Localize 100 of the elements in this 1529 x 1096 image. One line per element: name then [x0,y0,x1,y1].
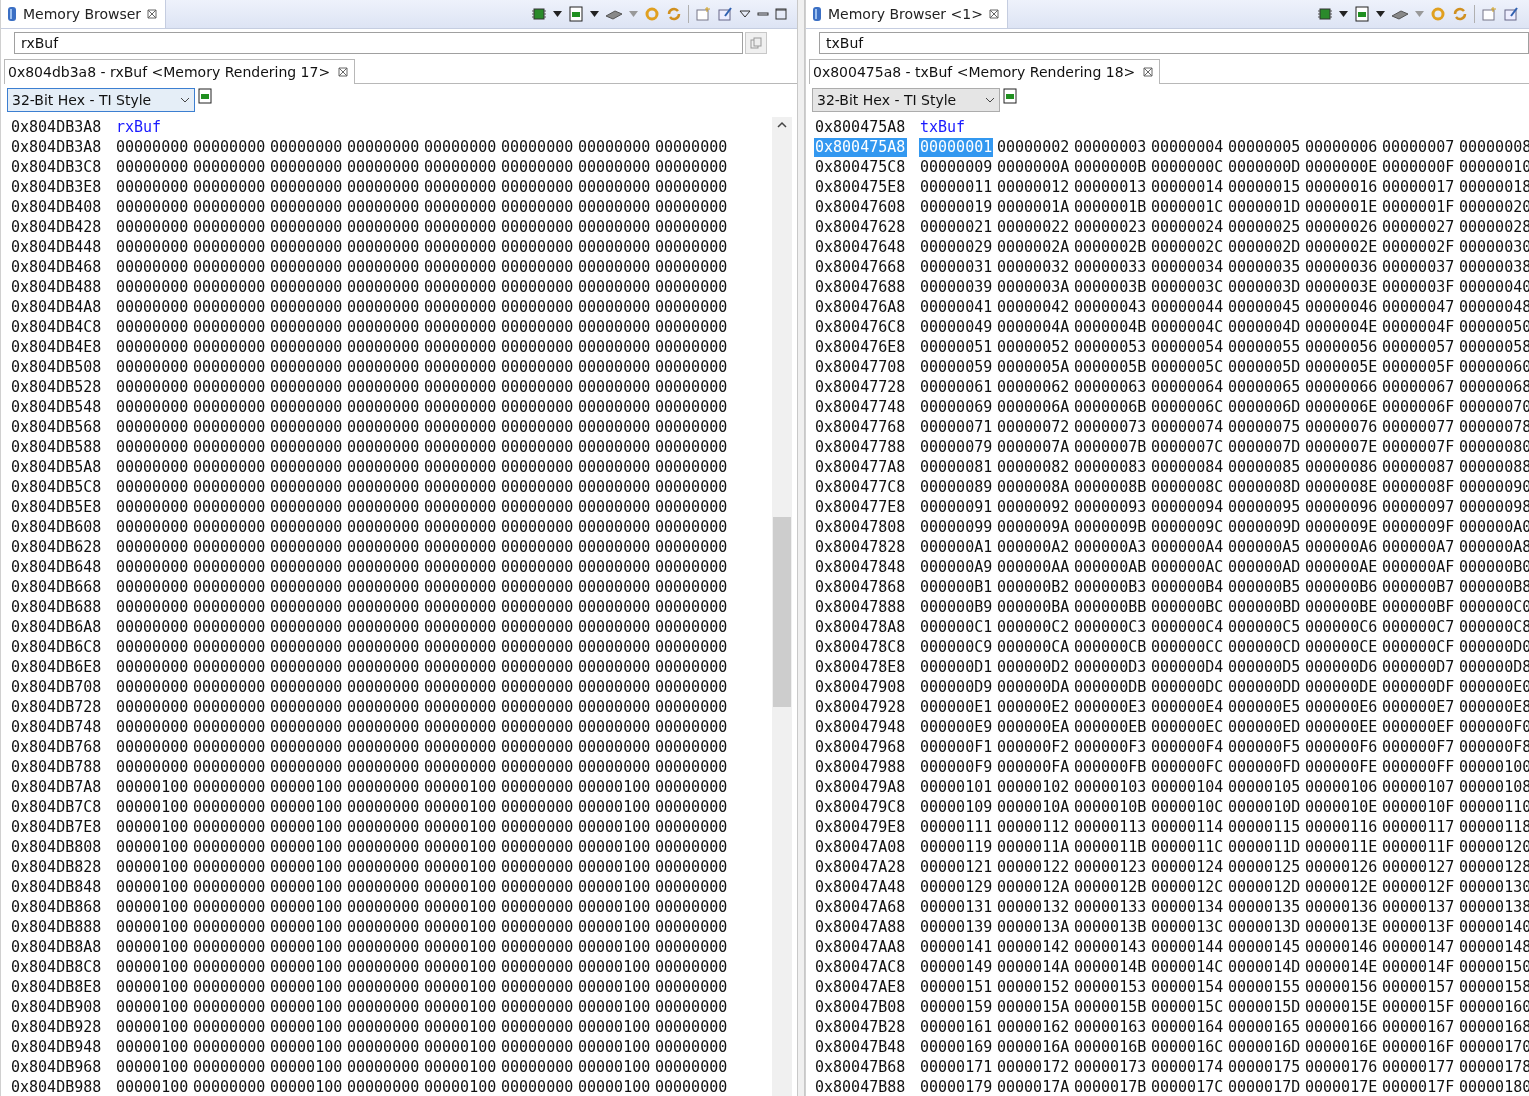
memory-value[interactable]: 00000000 [654,777,728,797]
memory-value[interactable]: 00000000 [423,157,497,177]
memory-value[interactable]: 00000000 [346,237,420,257]
memory-value[interactable]: 000000EF [1381,717,1455,737]
memory-value[interactable]: 00000032 [996,257,1070,277]
close-icon[interactable] [147,9,158,19]
memory-value[interactable]: 00000035 [1227,257,1301,277]
memory-value[interactable]: 00000051 [919,337,993,357]
memory-value[interactable]: 00000100 [115,1077,189,1096]
memory-value[interactable]: 0000013A [996,917,1070,937]
memory-value[interactable]: 00000000 [346,497,420,517]
memory-value[interactable]: 0000013F [1381,917,1455,937]
memory-value[interactable]: 00000100 [577,837,651,857]
memory-value[interactable]: 00000000 [192,1057,266,1077]
memory-value[interactable]: 00000176 [1304,1057,1378,1077]
memory-value[interactable]: 000000F5 [1227,737,1301,757]
memory-value[interactable]: 00000000 [192,177,266,197]
memory-value[interactable]: 00000000 [500,197,574,217]
maximize-icon[interactable] [775,8,787,20]
memory-value[interactable]: 00000000 [577,717,651,737]
memory-value[interactable]: 00000000 [500,717,574,737]
memory-value[interactable]: 00000000 [654,297,728,317]
memory-value[interactable]: 00000087 [1381,457,1455,477]
memory-value[interactable]: 00000063 [1073,377,1147,397]
memory-value[interactable]: 00000007 [1381,137,1455,157]
memory-value[interactable]: 00000100 [423,837,497,857]
memory-value[interactable]: 00000100 [423,957,497,977]
memory-value[interactable]: 00000000 [654,997,728,1017]
memory-value[interactable]: 00000000 [346,317,420,337]
memory-value[interactable]: 00000000 [654,1037,728,1057]
memory-value[interactable]: 00000000 [346,437,420,457]
memory-value[interactable]: 00000141 [919,937,993,957]
memory-value[interactable]: 000000D2 [996,657,1070,677]
memory-value[interactable]: 00000066 [1304,377,1378,397]
memory-card-icon[interactable] [1002,88,1018,104]
memory-value[interactable]: 00000000 [654,197,728,217]
memory-value[interactable]: 00000124 [1150,857,1224,877]
memory-value[interactable]: 00000016 [1304,177,1378,197]
memory-value[interactable]: 00000100 [577,1057,651,1077]
memory-value[interactable]: 000000CD [1227,637,1301,657]
memory-value[interactable]: 00000122 [996,857,1070,877]
memory-value[interactable]: 000000CC [1150,637,1224,657]
memory-value[interactable]: 00000000 [500,797,574,817]
memory-value[interactable]: 00000000 [346,937,420,957]
memory-value[interactable]: 00000169 [919,1037,993,1057]
memory-value[interactable]: 00000114 [1150,817,1224,837]
memory-value[interactable]: 00000000 [500,417,574,437]
chip-icon[interactable] [531,6,547,22]
memory-value[interactable]: 00000000 [500,557,574,577]
memory-value[interactable]: 000000DA [996,677,1070,697]
memory-value[interactable]: 00000000 [577,557,651,577]
memory-value[interactable]: 00000000 [346,257,420,277]
memory-value[interactable]: 00000000 [423,497,497,517]
memory-value[interactable]: 00000100 [423,857,497,877]
memory-value[interactable]: 000000B9 [919,597,993,617]
memory-value[interactable]: 0000010A [996,797,1070,817]
memory-value[interactable]: 00000000 [192,297,266,317]
memory-value[interactable]: 000000BD [1227,597,1301,617]
memory-value[interactable]: 000000A9 [919,557,993,577]
memory-value[interactable]: 00000100 [269,837,343,857]
memory-value[interactable]: 00000000 [577,397,651,417]
memory-value[interactable]: 00000000 [654,357,728,377]
memory-value[interactable]: 0000005B [1073,357,1147,377]
memory-value[interactable]: 000000CA [996,637,1070,657]
memory-value[interactable]: 00000149 [919,957,993,977]
memory-value[interactable]: 00000100 [423,1057,497,1077]
memory-value[interactable]: 00000000 [269,497,343,517]
memory-value[interactable]: 0000008E [1304,477,1378,497]
memory-value[interactable]: 00000000 [500,917,574,937]
memory-value[interactable]: 0000000A [996,157,1070,177]
memory-value[interactable]: 00000136 [1304,897,1378,917]
memory-value[interactable]: 00000000 [269,537,343,557]
memory-value[interactable]: 00000000 [577,597,651,617]
memory-value[interactable]: 000000B6 [1304,577,1378,597]
memory-value[interactable]: 00000000 [192,317,266,337]
memory-value[interactable]: 00000000 [269,757,343,777]
memory-value[interactable]: 00000000 [577,637,651,657]
view-menu-icon[interactable] [739,10,751,18]
memory-value[interactable]: 00000146 [1304,937,1378,957]
memory-value[interactable]: 00000100 [577,917,651,937]
memory-value[interactable]: 00000000 [192,877,266,897]
memory-value[interactable]: 00000000 [500,737,574,757]
memory-value[interactable]: 0000014C [1150,957,1224,977]
memory-value[interactable]: 00000000 [346,357,420,377]
memory-value[interactable]: 00000000 [577,337,651,357]
memory-value[interactable]: 0000003A [996,277,1070,297]
memory-value[interactable]: 00000024 [1150,217,1224,237]
memory-value[interactable]: 00000000 [269,437,343,457]
memory-value[interactable]: 00000085 [1227,457,1301,477]
memory-value[interactable]: 00000100 [269,937,343,957]
memory-value[interactable]: 00000000 [115,457,189,477]
close-icon[interactable] [1143,67,1154,77]
memory-value[interactable]: 00000144 [1150,937,1224,957]
memory-value[interactable]: 00000000 [346,377,420,397]
memory-value[interactable]: 00000000 [577,277,651,297]
memory-value[interactable]: 00000000 [423,417,497,437]
memory-value[interactable]: 0000011D [1227,837,1301,857]
memory-value[interactable]: 00000000 [115,517,189,537]
address-field[interactable]: rxBuf [14,32,743,54]
memory-value[interactable]: 00000034 [1150,257,1224,277]
